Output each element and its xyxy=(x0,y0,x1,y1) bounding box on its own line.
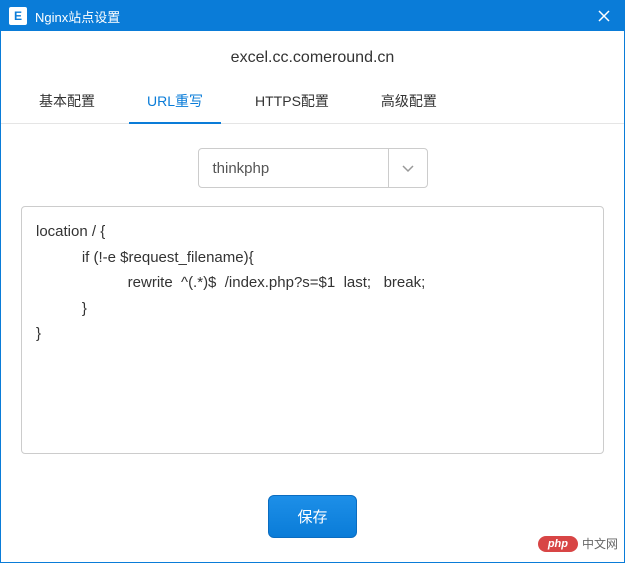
watermark-text: 中文网 xyxy=(582,535,618,552)
save-button[interactable]: 保存 xyxy=(268,495,356,538)
titlebar: E Nginx站点设置 xyxy=(1,1,624,31)
tab-basic-config[interactable]: 基本配置 xyxy=(21,81,113,123)
tab-url-rewrite[interactable]: URL重写 xyxy=(129,81,221,123)
watermark: php 中文网 xyxy=(538,535,618,552)
template-select-wrap: thinkphp xyxy=(198,148,428,188)
window-title: Nginx站点设置 xyxy=(35,7,584,26)
footer: 保存 php 中文网 xyxy=(1,475,624,562)
close-icon xyxy=(598,10,610,22)
app-icon: E xyxy=(9,7,27,25)
dialog-window: E Nginx站点设置 excel.cc.comeround.cn 基本配置 U… xyxy=(0,0,625,563)
template-select[interactable]: thinkphp xyxy=(198,148,428,188)
watermark-pill: php xyxy=(538,536,578,552)
site-name: excel.cc.comeround.cn xyxy=(1,31,624,81)
tab-https-config[interactable]: HTTPS配置 xyxy=(237,81,347,123)
tab-advanced-config[interactable]: 高级配置 xyxy=(363,81,455,123)
tabs-bar: 基本配置 URL重写 HTTPS配置 高级配置 xyxy=(1,81,624,124)
rewrite-code-textarea[interactable] xyxy=(21,206,604,454)
close-button[interactable] xyxy=(584,1,624,31)
content-area: thinkphp xyxy=(1,124,624,475)
